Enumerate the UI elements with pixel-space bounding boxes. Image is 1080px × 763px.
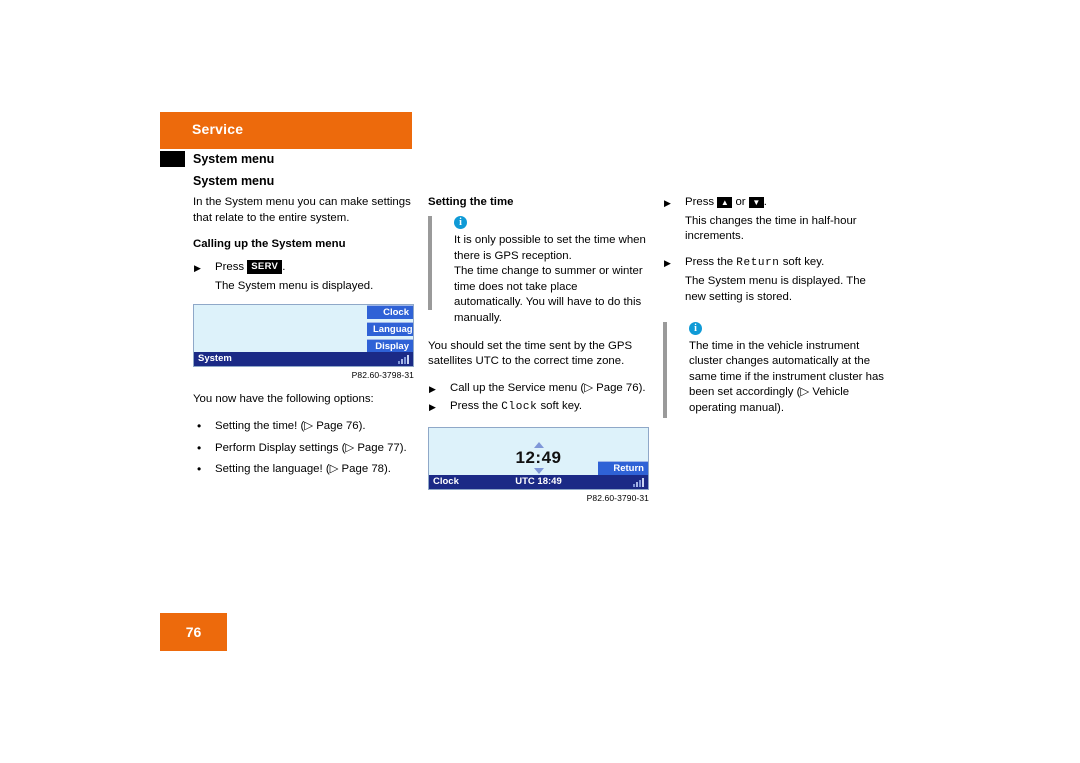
options-lead-in: You now have the following options: [193,393,374,406]
intro-paragraph: In the System menu you can make settings… [193,196,411,224]
screenshot-status-bar: System [194,352,413,367]
step-press-up-or-down: ▶ Press ▲ or ▼. [663,195,884,211]
header-black-marker [160,151,185,167]
softkey-name-clock: Clock [501,401,538,414]
signal-strength-icon [633,476,644,487]
step-press-period: . [282,261,286,274]
info-icon: i [689,321,702,335]
page-title: System menu [193,174,275,188]
note-text: It is only possible to set the time when… [454,234,646,324]
step-period: . [763,196,767,208]
softkey-name-return: Return [736,256,780,269]
column-left: In the System menu you can make settings… [193,195,414,484]
note-instrument-cluster: i The time in the vehicle instrument clu… [663,321,884,418]
section-title: Service [192,121,244,137]
softkey-display: Display [367,339,413,354]
heading-calling-up-system-menu: Calling up the System menu [193,238,346,251]
softkey-clock: Clock [367,305,413,320]
softkey-language: Languag. [367,322,413,337]
step-arrow-icon: ▶ [194,263,201,274]
step-suffix: soft key. [540,400,583,413]
paragraph-utc-timezone: You should set the time sent by the GPS … [428,339,633,368]
step-result-half-hour-increments: This changes the time in half-hour incre… [685,214,857,243]
list-item-label: Setting the time! (▷ Page 76). [215,419,366,432]
step-press-clock-softkey: ▶ Press the Clock soft key. [428,399,649,416]
step-arrow-icon: ▶ [429,402,436,413]
heading-setting-the-time: Setting the time [428,196,514,208]
arrow-down-icon [533,467,544,474]
serv-key-cap: SERV [247,260,283,275]
status-label-system: System [198,353,232,365]
list-item-label: Setting the language! (▷ Page 78). [215,463,391,476]
info-icon: i [454,216,467,229]
bullet-icon: • [197,440,202,455]
bullet-icon: • [197,418,202,433]
list-item-display-settings: • Perform Display settings (▷ Page 77). [193,441,414,457]
bullet-icon: • [197,462,202,477]
note-text: The time in the vehicle instrument clust… [689,339,884,414]
step-press-label: Press [685,196,715,208]
step-arrow-icon: ▶ [664,198,671,208]
header-subtitle-primary: System menu [193,152,275,166]
step-call-up-service-menu: ▶ Call up the Service menu (▷ Page 76). [428,381,649,397]
step-suffix: soft key. [782,255,825,268]
step-arrow-icon: ▶ [664,257,671,268]
step-press-serv: ▶ Press SERV. [193,260,414,276]
screenshot-clock-setting: 12:49 Return Clock UTC 18:49 [428,426,649,490]
screenshot-status-bar: Clock UTC 18:49 [429,474,648,489]
down-arrow-key-cap: ▼ [748,197,764,208]
softkey-return: Return [598,460,648,475]
step-press-label: Press the [450,400,499,413]
step-result-system-menu-displayed: The System menu is displayed. [215,279,374,292]
signal-strength-icon [398,353,409,365]
note-gps-reception: i It is only possible to set the time wh… [428,216,649,327]
column-right: ▶ Press ▲ or ▼. This changes the time in… [663,195,884,430]
step-or-label: or [735,196,746,208]
column-middle: Setting the time i It is only possible t… [428,195,649,503]
note-rule [663,321,667,418]
screenshot-system-menu: Clock Languag. Display System [193,304,414,368]
up-arrow-key-cap: ▲ [717,197,733,208]
page-number: 76 [185,624,202,640]
list-item-setting-time: • Setting the time! (▷ Page 76). [193,419,414,435]
figure-caption-1: P82.60-3798-31 [351,370,414,381]
step-press-return-softkey: ▶ Press the Return soft key. [663,255,884,272]
step-arrow-icon: ▶ [429,383,436,394]
step-press-label: Press the [685,255,734,268]
page-number-block: 76 [160,613,227,651]
step-press-label: Press [215,261,245,274]
step-result-setting-stored: The System menu is displayed. The new se… [685,275,866,303]
figure-caption-2: P82.60-3790-31 [586,492,649,503]
note-rule [428,216,432,310]
document-page: Service System menu System menu In the S… [0,0,1080,763]
section-header-bar: Service [160,112,412,149]
list-item-setting-language: • Setting the language! (▷ Page 78). [193,462,414,478]
step-label: Call up the Service menu (▷ Page 76). [450,381,646,394]
status-label-utc: UTC 18:49 [515,475,562,487]
list-item-label: Perform Display settings (▷ Page 77). [215,441,407,454]
